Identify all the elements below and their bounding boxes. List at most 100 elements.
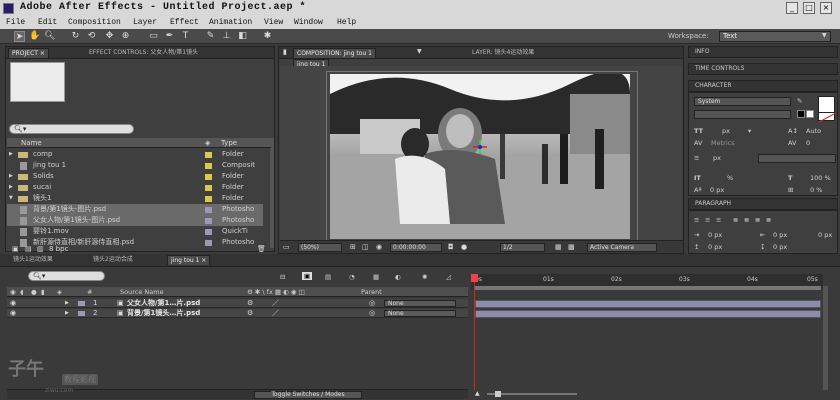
label-color-swatch[interactable]: [205, 207, 212, 213]
label-column-icon[interactable]: ◈: [205, 139, 210, 147]
shy-switch-icon[interactable]: ⚙: [247, 299, 253, 308]
new-comp-icon[interactable]: ▥: [37, 245, 44, 253]
mask-visibility-icon[interactable]: ◫: [362, 243, 369, 251]
menu-effect[interactable]: Effect: [170, 18, 199, 27]
column-source-name[interactable]: Source Name: [120, 288, 164, 296]
project-item[interactable]: 父女人物/第1镜头-图片.psd Photosho: [7, 215, 263, 226]
leading-value[interactable]: Auto: [806, 127, 821, 135]
comp-mini-flowchart-icon[interactable]: ⊟: [280, 273, 285, 281]
camera-icon[interactable]: ◘: [448, 243, 454, 251]
tab-timeline-3[interactable]: jing tou 1 ×: [167, 255, 211, 265]
project-item[interactable]: ▼ 镜头1 Folder: [7, 193, 263, 204]
layer-name[interactable]: 背景/第1镜头…片.psd: [127, 309, 200, 318]
menu-window[interactable]: Window: [294, 18, 323, 27]
quality-switch-icon[interactable]: ／: [272, 299, 279, 308]
rectangle-mask-tool-icon[interactable]: ▭: [148, 31, 159, 42]
composition-menu-chevron-icon[interactable]: ▼: [417, 48, 422, 55]
zoom-out-icon[interactable]: ▲: [475, 390, 480, 397]
pan-behind-tool-icon[interactable]: ⊕: [120, 31, 131, 42]
expand-right-icon[interactable]: ▶: [9, 171, 13, 182]
snapshot-icon[interactable]: ◉: [376, 243, 382, 251]
eraser-tool-icon[interactable]: ◧: [237, 31, 248, 42]
timeline-scrollbar[interactable]: [823, 286, 828, 390]
paragraph-panel-tab[interactable]: PARAGRAPH: [688, 198, 838, 210]
tab-effect-controls[interactable]: EFFECT CONTROLS: 父女人物/第1镜头: [86, 48, 201, 58]
layer-name[interactable]: 父女人物/第1…片.psd: [127, 299, 200, 308]
justify-right-icon[interactable]: ≣: [755, 216, 760, 224]
bpc-button[interactable]: 8 bpc: [49, 245, 68, 253]
align-left-icon[interactable]: ≡: [694, 216, 699, 224]
black-swatch[interactable]: [797, 110, 805, 118]
expand-right-icon[interactable]: ▶: [9, 182, 13, 193]
tab-timeline-2[interactable]: 镜头2运动合成: [90, 255, 136, 265]
new-folder-icon[interactable]: ▤: [25, 245, 32, 253]
first-line-indent-value[interactable]: 0 px: [818, 231, 832, 239]
label-color-swatch[interactable]: [205, 185, 212, 191]
menu-view[interactable]: View: [264, 18, 283, 27]
hide-shy-layers-icon[interactable]: ◔: [349, 273, 355, 281]
eye-icon[interactable]: ◉: [10, 309, 16, 318]
current-time-display[interactable]: 0:00:00:00: [390, 243, 442, 252]
graph-editor-icon[interactable]: ◿: [446, 273, 451, 281]
column-parent[interactable]: Parent: [361, 288, 382, 296]
project-item[interactable]: 婴铃1.mov QuickTi: [7, 226, 263, 237]
vertical-scale-value[interactable]: %: [727, 174, 733, 182]
always-preview-icon[interactable]: ▭: [283, 243, 290, 251]
motion-blur-icon[interactable]: ◐: [395, 273, 401, 281]
project-item[interactable]: 背景/第1镜头-图片.psd Photosho: [7, 204, 263, 215]
timeline-search-input[interactable]: 🔍︎▾: [28, 271, 105, 281]
font-style-select[interactable]: [694, 110, 791, 119]
fill-color-swatch[interactable]: [818, 96, 835, 113]
font-family-select[interactable]: System: [694, 97, 791, 106]
label-color-swatch[interactable]: [205, 196, 212, 202]
tab-project[interactable]: PROJECT ×: [8, 48, 49, 58]
text-tool-icon[interactable]: T: [180, 31, 191, 42]
eye-icon[interactable]: ◉: [10, 299, 16, 308]
rotation-tool-icon[interactable]: ↻: [70, 31, 81, 42]
region-of-interest-icon[interactable]: ▦: [555, 243, 562, 251]
align-center-icon[interactable]: ≡: [705, 216, 710, 224]
layer-row[interactable]: ◉ ▶ 1 ▣ 父女人物/第1…片.psd ⚙ ／ ◎ None: [7, 299, 468, 308]
tab-timeline-1[interactable]: 镜头1运动效果: [10, 255, 56, 265]
expand-right-icon[interactable]: ▶: [9, 149, 13, 160]
zoom-slider-thumb[interactable]: [495, 391, 501, 397]
maximize-button[interactable]: □: [803, 2, 815, 14]
layer-duration-bar[interactable]: [475, 300, 821, 308]
white-swatch[interactable]: [806, 110, 814, 118]
project-item[interactable]: jing tou 1 Composit: [7, 160, 263, 171]
expand-right-icon[interactable]: ▶: [65, 299, 69, 308]
time-controls-panel-tab[interactable]: TIME CONTROLS: [688, 63, 838, 75]
project-scrollbar[interactable]: [270, 138, 274, 248]
column-name[interactable]: Name: [21, 139, 42, 147]
justify-center-icon[interactable]: ≣: [744, 216, 749, 224]
horizontal-scale-value[interactable]: 100 %: [810, 174, 831, 182]
justify-all-icon[interactable]: ≣: [766, 216, 771, 224]
parent-select[interactable]: None: [384, 310, 456, 317]
stroke-width-value[interactable]: px: [713, 154, 721, 162]
character-panel-tab[interactable]: CHARACTER: [688, 80, 838, 92]
layer-duration-bar[interactable]: [475, 310, 821, 318]
current-time-indicator[interactable]: [474, 274, 475, 390]
label-color-swatch[interactable]: [205, 152, 212, 158]
layer-row[interactable]: ◉ ▶ 2 ▣ 背景/第1镜头…片.psd ⚙ ／ ◎ None: [7, 309, 468, 318]
tracking-value[interactable]: 0: [806, 139, 810, 147]
label-color-swatch[interactable]: [205, 229, 212, 235]
tab-composition[interactable]: COMPOSITION: jing tou 1: [293, 48, 376, 58]
draft-3d-icon[interactable]: ▤: [325, 273, 331, 281]
toggle-switches-modes-button[interactable]: Toggle Switches / Modes: [254, 391, 362, 399]
label-color-swatch[interactable]: [205, 218, 212, 224]
show-channel-icon[interactable]: ●: [461, 243, 467, 251]
camera-view-select[interactable]: Active Camera: [587, 243, 657, 252]
justify-left-icon[interactable]: ≣: [733, 216, 738, 224]
label-color-swatch[interactable]: [205, 174, 212, 180]
pickwhip-icon[interactable]: ◎: [369, 309, 375, 318]
stroke-style-select[interactable]: [758, 154, 836, 163]
expand-down-icon[interactable]: ▼: [9, 193, 13, 204]
menu-animation[interactable]: Animation: [209, 18, 252, 27]
project-item[interactable]: ▶ Solids Folder: [7, 171, 263, 182]
brush-tool-icon[interactable]: ✎: [205, 31, 216, 42]
indent-left-value[interactable]: 0 px: [708, 231, 722, 239]
pen-tool-icon[interactable]: ✒: [164, 31, 175, 42]
zoom-tool-icon[interactable]: 🔍︎: [44, 31, 55, 42]
menu-layer[interactable]: Layer: [133, 18, 157, 27]
